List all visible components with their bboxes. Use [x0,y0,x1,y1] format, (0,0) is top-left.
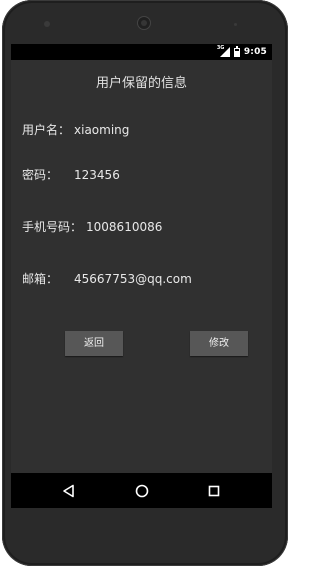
speaker-dot [44,21,50,27]
email-label: 邮箱： [22,272,59,286]
battery-icon [233,46,240,57]
username-value: xiaoming [74,123,130,137]
email-value: 45667753@qq.com [74,272,192,286]
phone-label: 手机号码： [22,220,83,234]
user-info-activity: 用户保留的信息 用户名： xiaoming 密码： 123456 手机号码： 1008… [11,60,272,473]
back-button[interactable]: 返回 [65,331,123,356]
status-bar: 3G 9:05 [11,44,272,60]
back-triangle-icon[interactable] [60,482,78,500]
page-title: 用户保留的信息 [95,76,187,91]
password-value: 123456 [74,168,120,182]
password-row: 密码： 123456 [22,166,120,183]
email-row: 邮箱： 45667753@qq.com [22,270,192,287]
recents-square-icon[interactable] [205,482,223,500]
signal-icon: 3G [216,45,230,57]
password-label: 密码： [22,168,59,182]
network-type-label: 3G [216,45,225,51]
phone-frame: 3G 9:05 用户保留的信息 用户名： xiaoming 密码： 123456 手… [2,0,288,566]
username-row: 用户名： xiaoming [22,121,129,138]
username-label: 用户名： [22,123,71,137]
edit-button[interactable]: 修改 [190,331,248,356]
navigation-bar [11,473,272,508]
proximity-sensor [234,23,237,26]
front-camera [138,17,150,29]
status-icons: 3G 9:05 [216,45,267,58]
status-time: 9:05 [243,47,267,57]
phone-value: 1008610086 [86,220,163,234]
home-circle-icon[interactable] [133,482,151,500]
screen: 3G 9:05 用户保留的信息 用户名： xiaoming 密码： 123456 手… [11,44,272,508]
phone-row: 手机号码： 1008610086 [22,218,162,235]
